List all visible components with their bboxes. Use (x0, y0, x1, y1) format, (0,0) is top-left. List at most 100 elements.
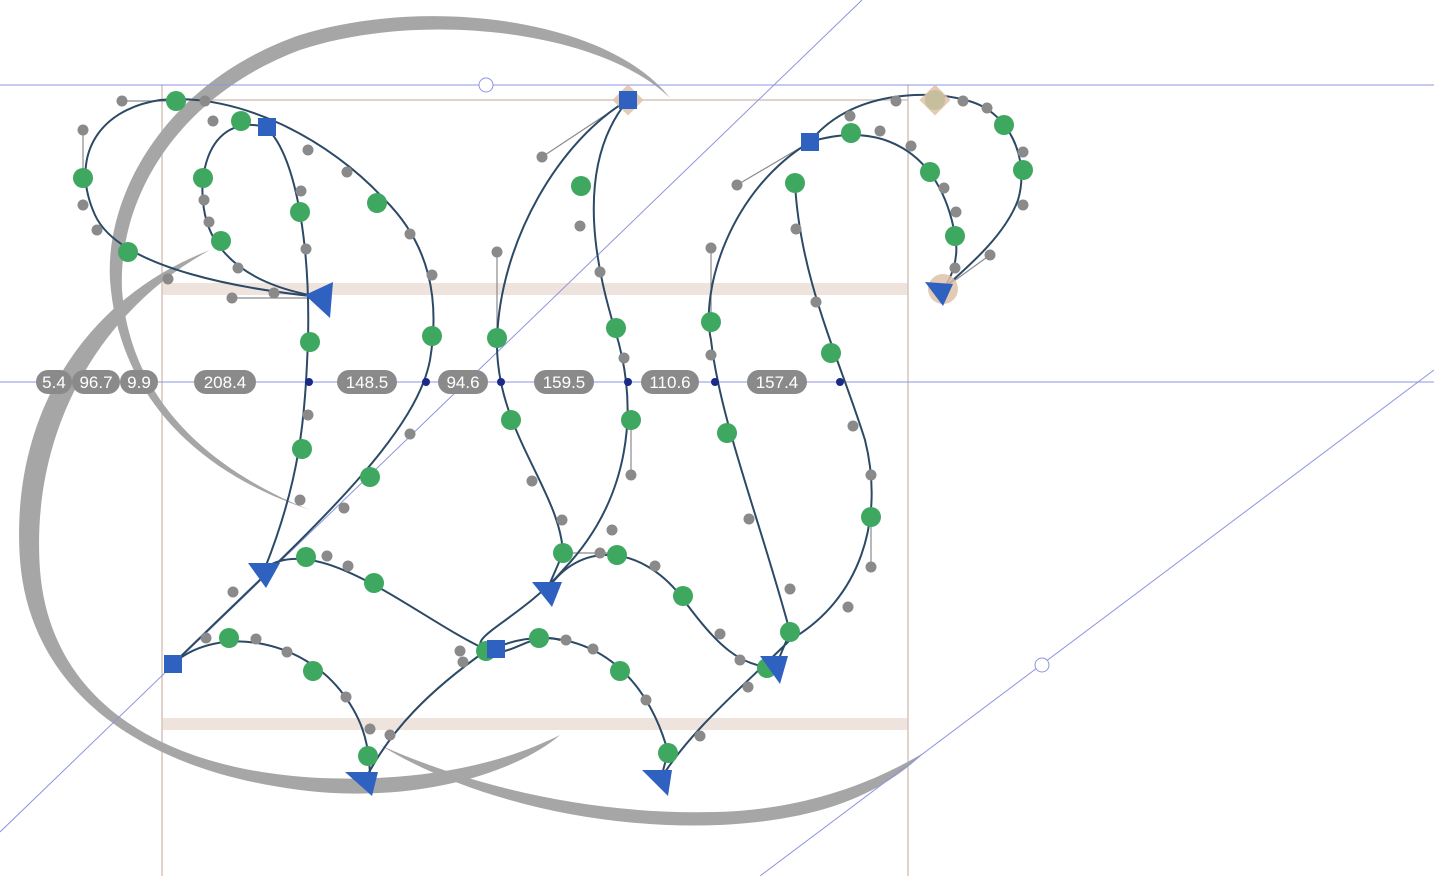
off-curve-point[interactable] (743, 513, 755, 525)
off-curve-point[interactable] (302, 144, 314, 156)
off-curve-point[interactable] (784, 583, 796, 595)
off-curve-point[interactable] (227, 586, 239, 598)
smooth-node[interactable] (701, 312, 721, 332)
smooth-node[interactable] (211, 231, 231, 251)
off-curve-point[interactable] (404, 428, 416, 440)
off-curve-point[interactable] (865, 561, 877, 573)
off-curve-point[interactable] (556, 514, 568, 526)
start-node[interactable] (532, 582, 562, 607)
off-curve-point[interactable] (250, 633, 262, 645)
smooth-node[interactable] (606, 318, 626, 338)
off-curve-point[interactable] (457, 656, 469, 668)
off-curve-point[interactable] (404, 228, 416, 240)
guideline-handle-top[interactable] (478, 77, 494, 93)
off-curve-point[interactable] (949, 262, 961, 274)
diagonal-guideline-a[interactable] (0, 0, 863, 833)
off-curve-point[interactable] (338, 502, 350, 514)
smooth-node[interactable] (501, 410, 521, 430)
glyph-edit-canvas[interactable]: 5.4 96.7 9.9 208.4 148.5 94.6 159.5 110.… (0, 0, 1434, 876)
off-curve-point[interactable] (295, 185, 307, 197)
guideline-handle-diagonal[interactable] (1034, 657, 1050, 673)
off-curve-point[interactable] (640, 694, 652, 706)
off-curve-point[interactable] (905, 140, 917, 152)
corner-node[interactable] (487, 640, 505, 658)
off-curve-point[interactable] (560, 634, 572, 646)
smooth-node[interactable] (821, 343, 841, 363)
off-curve-point[interactable] (694, 730, 706, 742)
smooth-node[interactable] (422, 326, 442, 346)
off-curve-point[interactable] (536, 151, 548, 163)
smooth-node[interactable] (780, 622, 800, 642)
smooth-node[interactable] (303, 661, 323, 681)
smooth-node[interactable] (610, 661, 630, 681)
off-curve-point[interactable] (91, 224, 103, 236)
off-curve-point[interactable] (705, 349, 717, 361)
corner-node[interactable] (801, 133, 819, 151)
off-curve-point[interactable] (938, 182, 950, 194)
smooth-node[interactable] (367, 193, 387, 213)
smooth-node[interactable] (621, 410, 641, 430)
smooth-node[interactable] (571, 176, 591, 196)
smooth-nodes[interactable] (73, 90, 1033, 766)
smooth-node[interactable] (358, 746, 378, 766)
smooth-node[interactable] (785, 173, 805, 193)
off-curve-point[interactable] (162, 273, 174, 285)
off-curve-point[interactable] (302, 409, 314, 421)
off-curve-point[interactable] (199, 95, 211, 107)
diagonal-guideline-b[interactable] (759, 369, 1434, 876)
off-curve-point[interactable] (232, 262, 244, 274)
corner-node[interactable] (619, 91, 637, 109)
smooth-node[interactable] (607, 545, 627, 565)
smooth-node[interactable] (231, 111, 251, 131)
off-curve-point[interactable] (1017, 199, 1029, 211)
off-curve-point[interactable] (957, 95, 969, 107)
smooth-node[interactable] (945, 226, 965, 246)
smooth-node[interactable] (861, 507, 881, 527)
off-curve-point[interactable] (842, 601, 854, 613)
off-curve-point[interactable] (203, 216, 215, 228)
glyph-outline[interactable] (84, 93, 1023, 783)
off-curve-point[interactable] (341, 166, 353, 178)
off-curve-points[interactable] (77, 95, 1029, 742)
off-curve-point[interactable] (294, 494, 306, 506)
smooth-node[interactable] (219, 628, 239, 648)
smooth-node[interactable] (360, 467, 380, 487)
off-curve-point[interactable] (890, 95, 902, 107)
off-curve-point[interactable] (594, 547, 606, 559)
smooth-node[interactable] (166, 91, 186, 111)
off-curve-point[interactable] (300, 243, 312, 255)
corner-node[interactable] (164, 655, 182, 673)
off-curve-point[interactable] (198, 194, 210, 206)
off-curve-point[interactable] (981, 102, 993, 114)
off-curve-point[interactable] (587, 643, 599, 655)
smooth-node[interactable] (717, 423, 737, 443)
off-curve-point[interactable] (865, 469, 877, 481)
smooth-node[interactable] (920, 162, 940, 182)
off-curve-point[interactable] (268, 287, 280, 299)
off-curve-point[interactable] (340, 691, 352, 703)
off-curve-point[interactable] (454, 645, 466, 657)
off-curve-point[interactable] (426, 269, 438, 281)
off-curve-point[interactable] (847, 420, 859, 432)
off-curve-point[interactable] (731, 179, 743, 191)
off-curve-point[interactable] (950, 206, 962, 218)
off-curve-point[interactable] (734, 654, 746, 666)
smooth-node[interactable] (994, 115, 1014, 135)
smooth-node[interactable] (193, 168, 213, 188)
off-curve-point[interactable] (649, 560, 661, 572)
off-curve-point[interactable] (625, 469, 637, 481)
smooth-node[interactable] (364, 573, 384, 593)
smooth-node[interactable] (553, 543, 573, 563)
off-curve-point[interactable] (984, 249, 996, 261)
contour-right-hook[interactable] (659, 93, 1023, 781)
anchors[interactable] (612, 84, 958, 304)
off-curve-point[interactable] (77, 199, 89, 211)
off-curve-point[interactable] (342, 560, 354, 572)
off-curve-point[interactable] (77, 124, 89, 136)
smooth-node[interactable] (118, 242, 138, 262)
off-curve-point[interactable] (705, 242, 717, 254)
smooth-node[interactable] (1013, 160, 1033, 180)
off-curve-point[interactable] (810, 296, 822, 308)
off-curve-point[interactable] (1017, 146, 1029, 158)
off-curve-point[interactable] (594, 266, 606, 278)
